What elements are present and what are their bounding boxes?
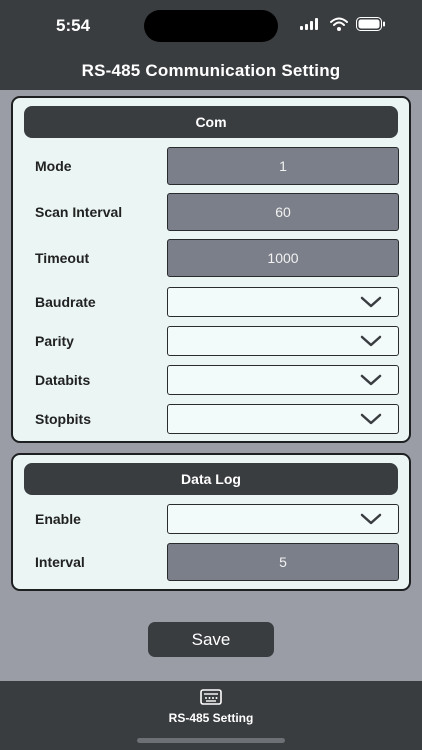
scan-interval-row: Scan Interval 60	[13, 193, 409, 231]
timeout-row: Timeout 1000	[13, 239, 409, 277]
interval-row: Interval 5	[13, 543, 409, 581]
dynamic-island	[144, 10, 278, 42]
home-indicator	[137, 738, 285, 743]
status-time: 5:54	[56, 16, 91, 35]
status-bar: 5:54	[0, 0, 422, 52]
chevron-down-icon	[360, 513, 382, 525]
timeout-field[interactable]: 1000	[167, 239, 399, 277]
enable-label: Enable	[35, 511, 81, 527]
chevron-down-icon	[360, 413, 382, 425]
mode-label: Mode	[35, 158, 72, 174]
status-icons	[300, 14, 390, 36]
stopbits-row: Stopbits	[13, 404, 409, 442]
parity-label: Parity	[35, 333, 74, 349]
stopbits-label: Stopbits	[35, 411, 91, 427]
databits-select[interactable]	[167, 365, 399, 395]
interval-field[interactable]: 5	[167, 543, 399, 581]
data-log-panel: Data Log Enable Interval 5	[11, 453, 411, 591]
chevron-down-icon	[360, 296, 382, 308]
page-title: RS-485 Communication Setting	[81, 61, 341, 80]
tab-label: RS-485 Setting	[168, 711, 254, 725]
enable-row: Enable	[13, 504, 409, 542]
mode-field[interactable]: 1	[167, 147, 399, 185]
databits-label: Databits	[35, 372, 91, 388]
scan-interval-label: Scan Interval	[35, 204, 123, 220]
parity-row: Parity	[13, 326, 409, 364]
data-log-section-title: Data Log	[181, 471, 241, 487]
mode-row: Mode 1	[13, 147, 409, 185]
baudrate-row: Baudrate	[13, 287, 409, 325]
wifi-icon	[330, 17, 348, 31]
stopbits-select[interactable]	[167, 404, 399, 434]
battery-icon	[356, 17, 385, 31]
serial-port-icon	[200, 689, 222, 705]
nav-bar: RS-485 Communication Setting	[0, 52, 422, 90]
databits-row: Databits	[13, 365, 409, 403]
com-section-header: Com	[24, 106, 398, 138]
parity-select[interactable]	[167, 326, 399, 356]
save-button[interactable]: Save	[148, 622, 274, 657]
baudrate-label: Baudrate	[35, 294, 96, 310]
chevron-down-icon	[360, 374, 382, 386]
chevron-down-icon	[360, 335, 382, 347]
signal-icon	[300, 18, 318, 30]
baudrate-select[interactable]	[167, 287, 399, 317]
timeout-label: Timeout	[35, 250, 90, 266]
data-log-section-header: Data Log	[24, 463, 398, 495]
scan-interval-field[interactable]: 60	[167, 193, 399, 231]
com-section-title: Com	[195, 114, 227, 130]
enable-select[interactable]	[167, 504, 399, 534]
com-panel: Com Mode 1 Scan Interval 60 Timeout 1000…	[11, 96, 411, 443]
interval-label: Interval	[35, 554, 85, 570]
tab-rs485-setting[interactable]: RS-485 Setting	[150, 687, 272, 727]
